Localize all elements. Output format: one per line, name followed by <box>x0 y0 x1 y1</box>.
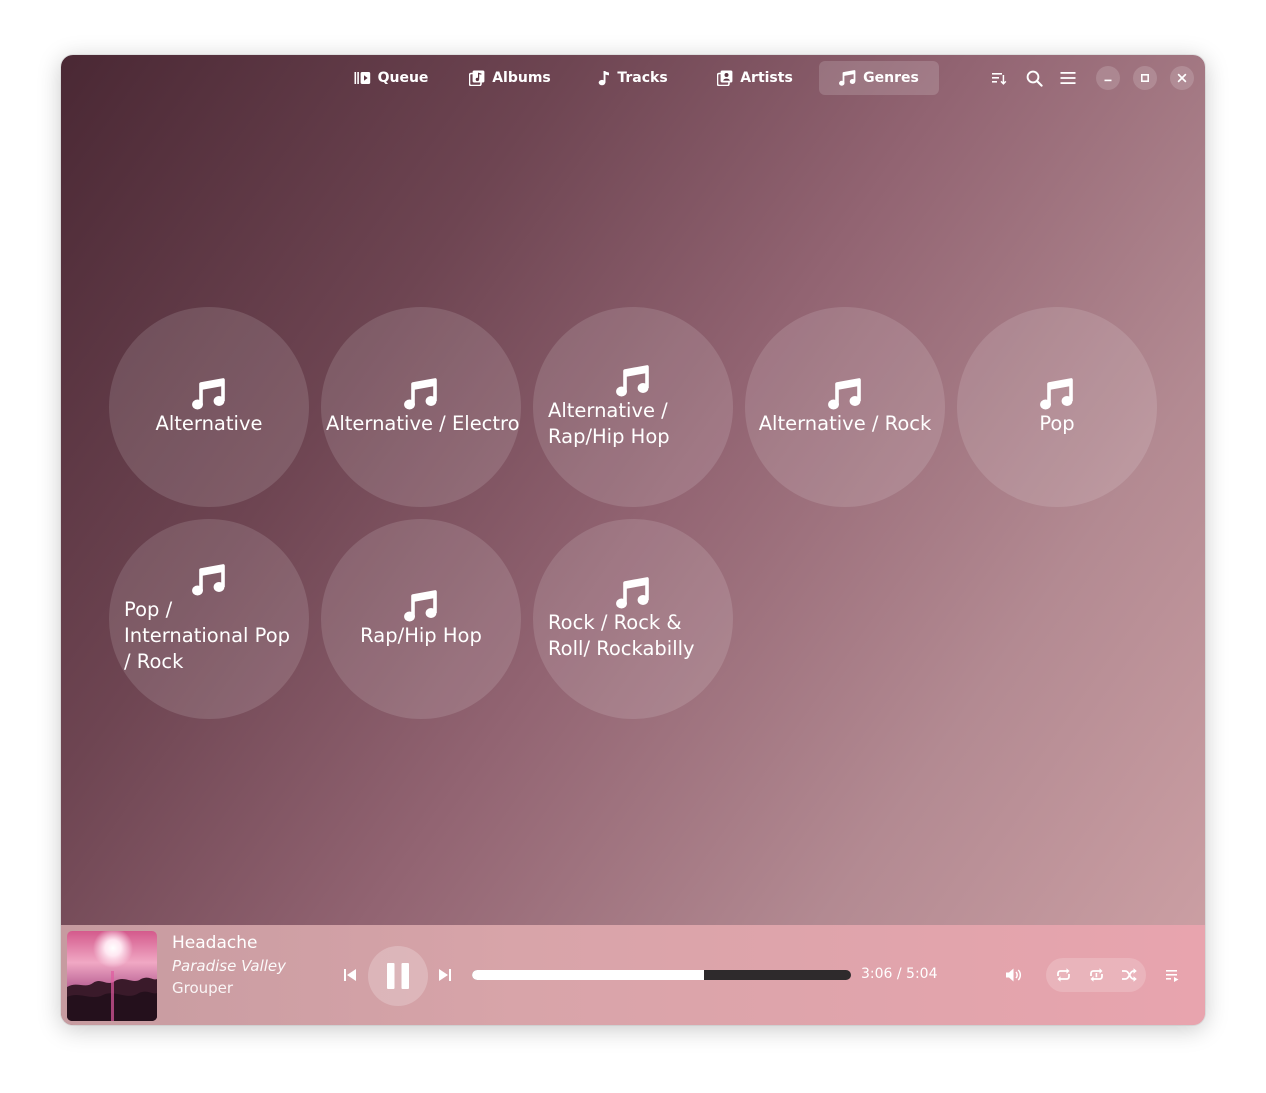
maximize-button[interactable] <box>1133 66 1157 90</box>
genre-rock-rock-roll-rockabilly[interactable]: Rock / Rock & Roll/ Rockabilly <box>533 519 733 719</box>
hamburger-menu-icon <box>1060 72 1076 84</box>
genre-pop-international-pop-rock[interactable]: Pop / International Pop / Rock <box>109 519 309 719</box>
tab-queue-label: Queue <box>377 70 429 86</box>
search-button[interactable] <box>1021 65 1047 91</box>
music-notes-icon <box>616 364 649 396</box>
genre-label: Alternative / Rock <box>758 411 932 435</box>
genre-alternative-rock[interactable]: Alternative / Rock <box>745 307 945 507</box>
tab-queue[interactable]: Queue <box>342 61 440 95</box>
genre-rap-hip-hop[interactable]: Rap/Hip Hop <box>321 519 521 719</box>
tab-artists[interactable]: Artists <box>709 61 801 95</box>
genre-alternative[interactable]: Alternative <box>109 307 309 507</box>
minimize-icon <box>1104 79 1112 82</box>
header-bar: Queue Albums Tracks Artists Genres <box>61 55 1205 101</box>
tab-albums-label: Albums <box>492 70 551 86</box>
tab-tracks[interactable]: Tracks <box>588 61 678 95</box>
sort-button[interactable] <box>986 65 1012 91</box>
albums-icon <box>469 70 485 86</box>
music-notes-icon <box>404 377 437 409</box>
repeat-one-icon <box>1089 968 1103 982</box>
shuffle-button[interactable] <box>1116 962 1142 988</box>
tab-genres-label: Genres <box>863 70 919 86</box>
music-notes-icon <box>839 70 856 86</box>
repeat-icon <box>1056 968 1070 982</box>
maximize-icon <box>1140 73 1150 83</box>
track-title: Headache <box>172 933 258 953</box>
tab-albums[interactable]: Albums <box>462 61 558 95</box>
time-display: 3:06 / 5:04 <box>861 966 938 982</box>
artists-icon <box>717 70 733 86</box>
genres-grid: Alternative Alternative / Electro Altern… <box>61 101 1205 925</box>
music-note-icon <box>599 71 610 86</box>
play-pause-button[interactable] <box>368 946 428 1006</box>
music-notes-icon <box>404 589 437 621</box>
close-icon <box>1177 73 1187 83</box>
genre-label: Alternative <box>155 411 263 435</box>
sort-icon <box>992 73 1007 85</box>
genre-alternative-electro[interactable]: Alternative / Electro <box>321 307 521 507</box>
music-notes-icon <box>192 563 225 595</box>
volume-button[interactable] <box>1000 962 1026 988</box>
playlist-button[interactable] <box>1159 962 1185 988</box>
album-cover[interactable] <box>67 931 157 1021</box>
music-notes-icon <box>1040 377 1073 409</box>
previous-button[interactable] <box>338 963 362 987</box>
pause-icon <box>387 963 409 989</box>
genre-pop[interactable]: Pop <box>957 307 1157 507</box>
genre-label: Pop / International Pop / Rock <box>124 597 291 673</box>
track-album: Paradise Valley <box>172 957 287 975</box>
search-icon <box>1026 70 1043 87</box>
app-window: Queue Albums Tracks Artists Genres Alter… <box>61 55 1205 1025</box>
repeat-one-button[interactable] <box>1083 962 1109 988</box>
music-notes-icon <box>192 377 225 409</box>
progress-bar[interactable] <box>472 970 851 980</box>
album-cover-art <box>67 931 157 1021</box>
volume-icon <box>1005 968 1021 982</box>
genre-label: Alternative / Electro <box>326 411 520 435</box>
next-button[interactable] <box>433 963 457 987</box>
next-icon <box>439 969 451 981</box>
track-artist: Grouper <box>172 979 234 997</box>
genre-alternative-rap-hip-hop[interactable]: Alternative / Rap/Hip Hop <box>533 307 733 507</box>
playlist-icon <box>1165 970 1178 982</box>
tab-genres[interactable]: Genres <box>819 61 939 95</box>
player-bar: Headache Paradise Valley Grouper 3:06 / … <box>61 925 1205 1025</box>
genre-label: Alternative / Rap/Hip Hop <box>548 398 670 448</box>
genre-label: Rock / Rock & Roll/ Rockabilly <box>548 610 695 660</box>
repeat-button[interactable] <box>1050 962 1076 988</box>
genre-label: Rap/Hip Hop <box>360 623 482 647</box>
tab-tracks-label: Tracks <box>617 70 668 86</box>
tab-artists-label: Artists <box>740 70 793 86</box>
music-notes-icon <box>616 576 649 608</box>
progress-bar-fill <box>472 970 704 980</box>
shuffle-icon <box>1121 968 1137 982</box>
main-menu-button[interactable] <box>1055 65 1081 91</box>
previous-icon <box>344 969 356 981</box>
close-button[interactable] <box>1170 66 1194 90</box>
queue-icon <box>354 72 370 84</box>
genre-label: Pop <box>1039 411 1075 435</box>
music-notes-icon <box>828 377 861 409</box>
minimize-button[interactable] <box>1096 66 1120 90</box>
